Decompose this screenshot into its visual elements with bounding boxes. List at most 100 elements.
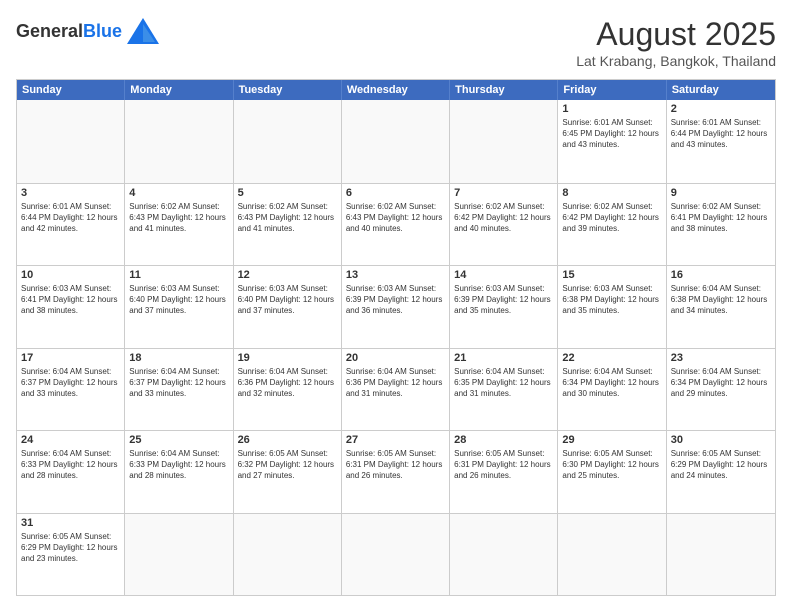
logo-general: General [16, 21, 83, 41]
day-number: 11 [129, 269, 228, 281]
day-cell-20: 20Sunrise: 6:04 AM Sunset: 6:36 PM Dayli… [342, 349, 450, 431]
day-cell-28: 28Sunrise: 6:05 AM Sunset: 6:31 PM Dayli… [450, 431, 558, 513]
day-info: Sunrise: 6:03 AM Sunset: 6:39 PM Dayligh… [346, 283, 445, 317]
day-cell-4: 4 Sunrise: 6:02 AM Sunset: 6:43 PM Daylig… [125, 184, 233, 266]
day-number: 23 [671, 352, 771, 364]
day-info: Sunrise: 6:04 AM Sunset: 6:37 PM Dayligh… [21, 366, 120, 400]
day-number: 10 [21, 269, 120, 281]
day-info: Sunrise: 6:03 AM Sunset: 6:41 PM Dayligh… [21, 283, 120, 317]
day-cell-30: 30 Sunrise: 6:05 AM Sunset: 6:29 PM Dayli… [667, 431, 775, 513]
day-info: Sunrise: 6:02 AM Sunset: 6:42 PM Dayligh… [454, 201, 553, 235]
week-row-5: 31 Sunrise: 6:05 AM Sunset: 6:29 PM Dayli… [17, 513, 775, 596]
day-number: 19 [238, 352, 337, 364]
day-cell-18: 18 Sunrise: 6:04 AM Sunset: 6:37 PM Dayli… [125, 349, 233, 431]
day-number: 13 [346, 269, 445, 281]
logo-blue: Blue [83, 21, 122, 41]
day-number: 8 [562, 187, 661, 199]
day-cell-3: 3Sunrise: 6:01 AM Sunset: 6:44 PM Daylig… [17, 184, 125, 266]
day-info: Sunrise: 6:04 AM Sunset: 6:36 PM Dayligh… [238, 366, 337, 400]
day-number: 9 [671, 187, 771, 199]
day-cell-21: 21Sunrise: 6:04 AM Sunset: 6:35 PM Dayli… [450, 349, 558, 431]
day-number: 16 [671, 269, 771, 281]
header-wednesday: Wednesday [342, 80, 450, 100]
day-number: 15 [562, 269, 661, 281]
day-number: 1 [562, 103, 661, 115]
day-cell-13: 13 Sunrise: 6:03 AM Sunset: 6:39 PM Dayli… [342, 266, 450, 348]
logo-text: GeneralBlue [16, 21, 122, 42]
day-info: Sunrise: 6:04 AM Sunset: 6:33 PM Dayligh… [129, 448, 228, 482]
day-number: 27 [346, 434, 445, 446]
day-info: Sunrise: 6:05 AM Sunset: 6:32 PM Dayligh… [238, 448, 337, 482]
day-number: 17 [21, 352, 120, 364]
day-info: Sunrise: 6:03 AM Sunset: 6:40 PM Dayligh… [238, 283, 337, 317]
day-cell-8: 8 Sunrise: 6:02 AM Sunset: 6:42 PM Daylig… [558, 184, 666, 266]
day-cell-23: 23 Sunrise: 6:04 AM Sunset: 6:34 PM Dayli… [667, 349, 775, 431]
empty-cell [234, 514, 342, 596]
empty-cell [125, 514, 233, 596]
header-saturday: Saturday [667, 80, 775, 100]
title-area: August 2025 Lat Krabang, Bangkok, Thaila… [576, 16, 776, 69]
day-info: Sunrise: 6:04 AM Sunset: 6:33 PM Dayligh… [21, 448, 120, 482]
week-row-0: 1 Sunrise: 6:01 AM Sunset: 6:45 PM Daylig… [17, 100, 775, 183]
day-info: Sunrise: 6:04 AM Sunset: 6:37 PM Dayligh… [129, 366, 228, 400]
day-info: Sunrise: 6:04 AM Sunset: 6:35 PM Dayligh… [454, 366, 553, 400]
week-row-4: 24 Sunrise: 6:04 AM Sunset: 6:33 PM Dayli… [17, 430, 775, 513]
day-cell-19: 19 Sunrise: 6:04 AM Sunset: 6:36 PM Dayli… [234, 349, 342, 431]
location: Lat Krabang, Bangkok, Thailand [576, 53, 776, 69]
day-number: 22 [562, 352, 661, 364]
calendar-body: 1 Sunrise: 6:01 AM Sunset: 6:45 PM Daylig… [17, 100, 775, 595]
empty-cell [342, 100, 450, 183]
day-number: 18 [129, 352, 228, 364]
day-number: 2 [671, 103, 771, 115]
day-info: Sunrise: 6:02 AM Sunset: 6:43 PM Dayligh… [129, 201, 228, 235]
week-row-2: 10 Sunrise: 6:03 AM Sunset: 6:41 PM Dayli… [17, 265, 775, 348]
day-number: 3 [21, 187, 120, 199]
empty-cell [558, 514, 666, 596]
day-cell-10: 10 Sunrise: 6:03 AM Sunset: 6:41 PM Dayli… [17, 266, 125, 348]
day-cell-12: 12 Sunrise: 6:03 AM Sunset: 6:40 PM Dayli… [234, 266, 342, 348]
day-info: Sunrise: 6:01 AM Sunset: 6:45 PM Dayligh… [562, 117, 661, 151]
week-row-3: 17 Sunrise: 6:04 AM Sunset: 6:37 PM Dayli… [17, 348, 775, 431]
day-number: 31 [21, 517, 120, 529]
day-info: Sunrise: 6:05 AM Sunset: 6:29 PM Dayligh… [21, 531, 120, 565]
day-info: Sunrise: 6:04 AM Sunset: 6:36 PM Dayligh… [346, 366, 445, 400]
header-tuesday: Tuesday [234, 80, 342, 100]
day-number: 25 [129, 434, 228, 446]
empty-cell [342, 514, 450, 596]
day-info: Sunrise: 6:02 AM Sunset: 6:42 PM Dayligh… [562, 201, 661, 235]
header-monday: Monday [125, 80, 233, 100]
day-number: 24 [21, 434, 120, 446]
header-friday: Friday [558, 80, 666, 100]
header-sunday: Sunday [17, 80, 125, 100]
day-cell-1: 1 Sunrise: 6:01 AM Sunset: 6:45 PM Daylig… [558, 100, 666, 183]
day-number: 7 [454, 187, 553, 199]
day-number: 6 [346, 187, 445, 199]
day-cell-22: 22Sunrise: 6:04 AM Sunset: 6:34 PM Dayli… [558, 349, 666, 431]
day-cell-5: 5Sunrise: 6:02 AM Sunset: 6:43 PM Daylig… [234, 184, 342, 266]
day-info: Sunrise: 6:05 AM Sunset: 6:30 PM Dayligh… [562, 448, 661, 482]
day-cell-17: 17 Sunrise: 6:04 AM Sunset: 6:37 PM Dayli… [17, 349, 125, 431]
empty-cell [450, 100, 558, 183]
day-cell-27: 27Sunrise: 6:05 AM Sunset: 6:31 PM Dayli… [342, 431, 450, 513]
day-cell-29: 29 Sunrise: 6:05 AM Sunset: 6:30 PM Dayli… [558, 431, 666, 513]
day-info: Sunrise: 6:04 AM Sunset: 6:34 PM Dayligh… [671, 366, 771, 400]
empty-cell [667, 514, 775, 596]
day-cell-2: 2Sunrise: 6:01 AM Sunset: 6:44 PM Daylig… [667, 100, 775, 183]
day-number: 12 [238, 269, 337, 281]
day-cell-7: 7 Sunrise: 6:02 AM Sunset: 6:42 PM Daylig… [450, 184, 558, 266]
day-number: 29 [562, 434, 661, 446]
day-number: 30 [671, 434, 771, 446]
day-cell-31: 31 Sunrise: 6:05 AM Sunset: 6:29 PM Dayli… [17, 514, 125, 596]
empty-cell [125, 100, 233, 183]
day-info: Sunrise: 6:05 AM Sunset: 6:29 PM Dayligh… [671, 448, 771, 482]
day-cell-11: 11Sunrise: 6:03 AM Sunset: 6:40 PM Dayli… [125, 266, 233, 348]
logo: GeneralBlue [16, 16, 161, 46]
day-info: Sunrise: 6:02 AM Sunset: 6:43 PM Dayligh… [346, 201, 445, 235]
day-info: Sunrise: 6:03 AM Sunset: 6:39 PM Dayligh… [454, 283, 553, 317]
day-info: Sunrise: 6:02 AM Sunset: 6:41 PM Dayligh… [671, 201, 771, 235]
day-cell-16: 16Sunrise: 6:04 AM Sunset: 6:38 PM Dayli… [667, 266, 775, 348]
empty-cell [234, 100, 342, 183]
day-number: 4 [129, 187, 228, 199]
header: GeneralBlue August 2025 Lat Krabang, Ban… [16, 16, 776, 69]
page: GeneralBlue August 2025 Lat Krabang, Ban… [0, 0, 792, 612]
